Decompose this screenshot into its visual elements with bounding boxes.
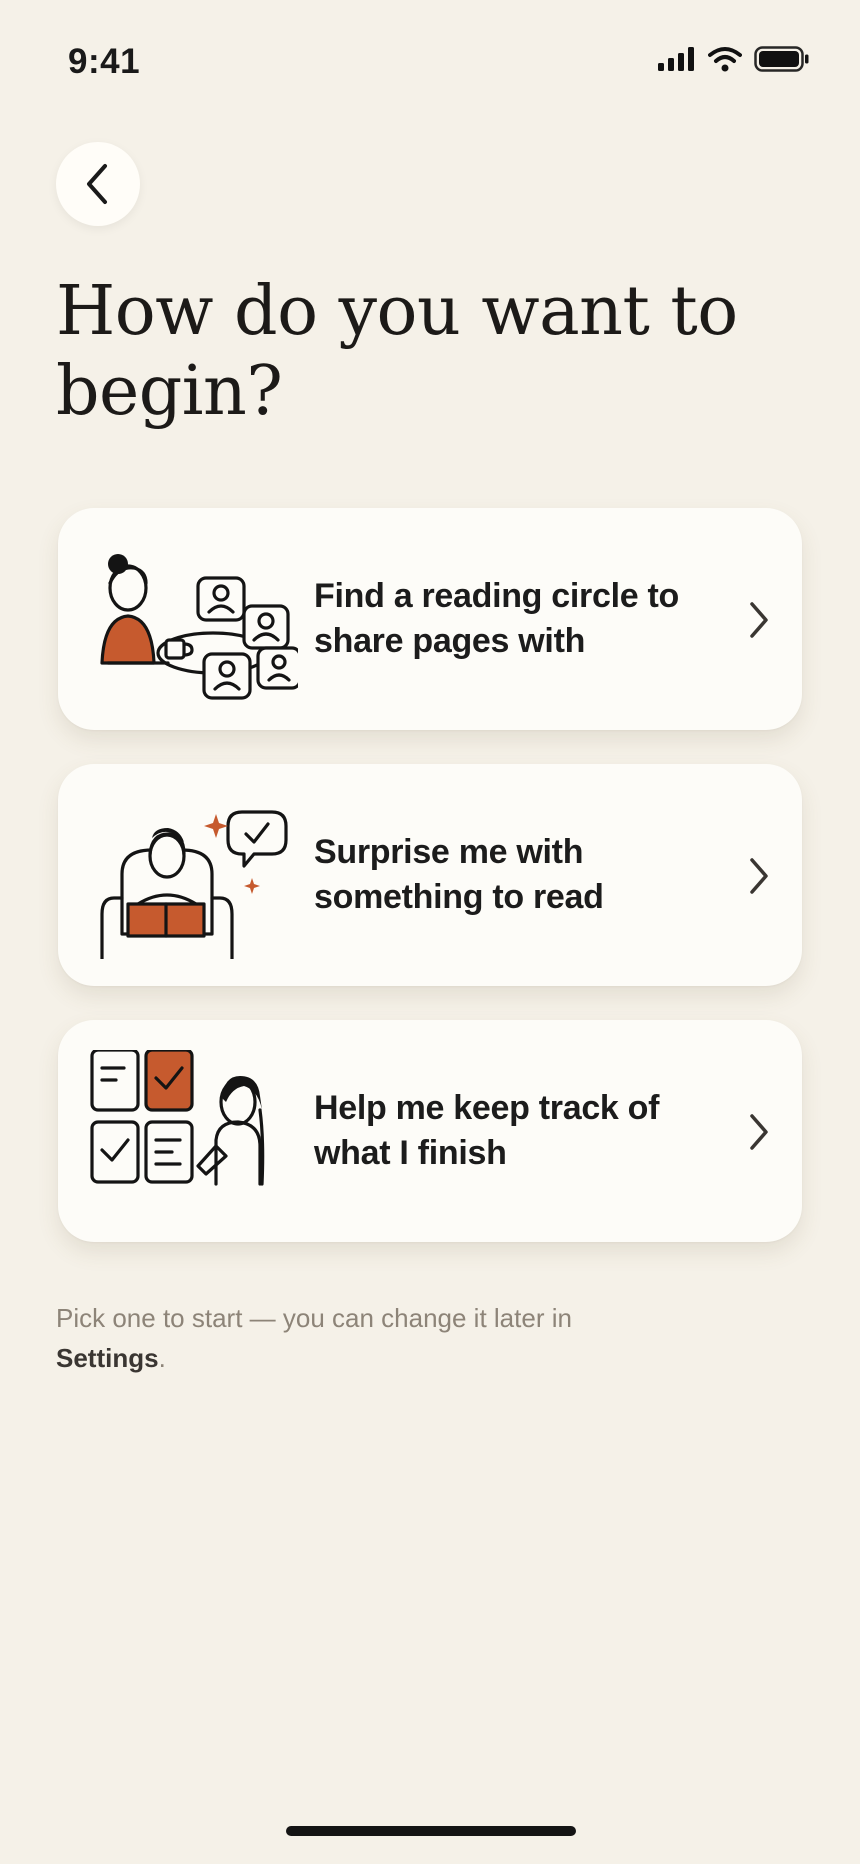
chevron-right-icon (750, 602, 768, 638)
home-indicator[interactable] (286, 1826, 576, 1836)
wifi-icon (708, 47, 742, 72)
armchair-reader-illustration (100, 810, 288, 959)
battery-icon (754, 46, 809, 72)
chevron-left-icon (87, 164, 107, 204)
option-label: Find a reading circle to share pages wit… (314, 577, 679, 660)
option-card-reading-circle[interactable]: Find a reading circle to share pages wit… (58, 508, 802, 730)
status-icons (658, 46, 810, 72)
cellular-signal-icon (658, 47, 694, 71)
option-label: Help me keep track of what I finish (314, 1089, 660, 1172)
option-label: Surprise me with something to read (314, 833, 604, 916)
status-time: 9:41 (68, 42, 141, 81)
chevron-right-icon (750, 1114, 768, 1150)
page-title: How do you want to begin? (56, 272, 738, 431)
helper-text-suffix: . (158, 1343, 166, 1373)
checklist-tracker-illustration (90, 1050, 265, 1186)
reading-circle-illustration (100, 554, 298, 700)
option-card-track-finished[interactable]: Help me keep track of what I finish (58, 1020, 802, 1242)
chevron-right-icon (750, 858, 768, 894)
helper-text-prefix: Pick one to start — you can change it la… (56, 1303, 572, 1333)
settings-link[interactable]: Settings (56, 1343, 159, 1373)
status-bar: 9:41 (0, 0, 860, 120)
helper-text: Pick one to start — you can change it la… (56, 1298, 756, 1378)
option-card-surprise[interactable]: Surprise me with something to read (58, 764, 802, 986)
back-button[interactable] (56, 142, 140, 226)
